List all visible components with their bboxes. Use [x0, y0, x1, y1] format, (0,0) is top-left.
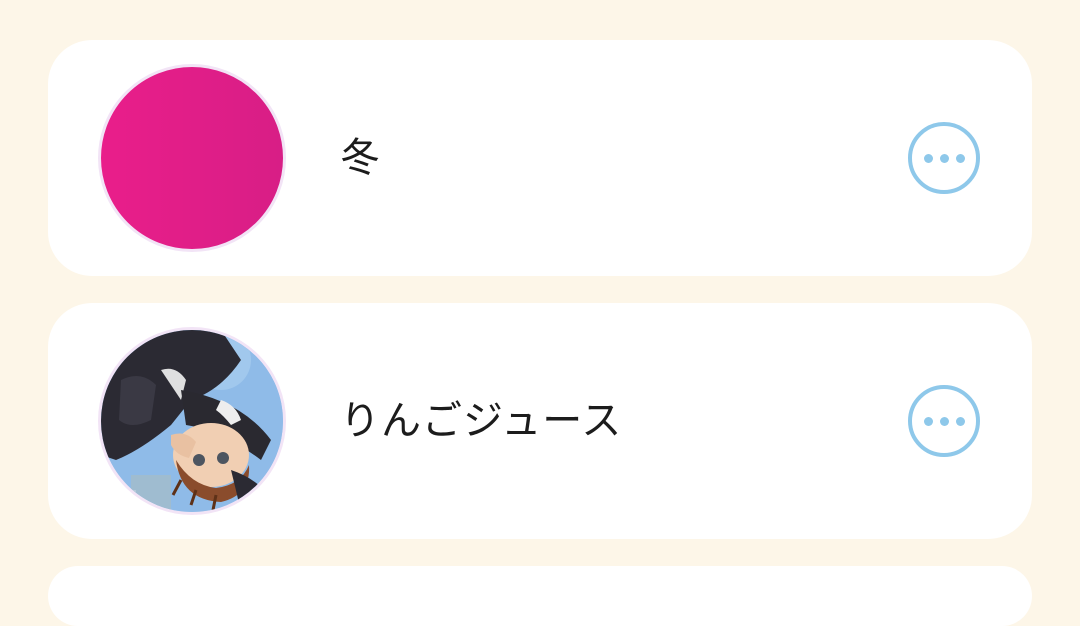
more-options-button[interactable]	[908, 122, 980, 194]
more-horizontal-icon-dot	[955, 416, 965, 426]
contact-card[interactable]	[48, 566, 1032, 626]
contact-name: 冬	[340, 135, 381, 181]
contact-card[interactable]: りんごジュース	[48, 303, 1032, 539]
more-horizontal-icon-dot	[939, 153, 949, 163]
more-horizontal-icon	[923, 153, 933, 163]
contact-name: りんごジュース	[340, 398, 623, 444]
more-horizontal-icon-dot	[939, 416, 949, 426]
more-horizontal-icon	[923, 416, 933, 426]
contact-card[interactable]: 冬	[48, 40, 1032, 276]
more-options-button[interactable]	[908, 385, 980, 457]
avatar[interactable]	[98, 327, 286, 515]
avatar-illustration	[101, 330, 283, 512]
avatar[interactable]	[98, 64, 286, 252]
more-horizontal-icon-dot	[955, 153, 965, 163]
